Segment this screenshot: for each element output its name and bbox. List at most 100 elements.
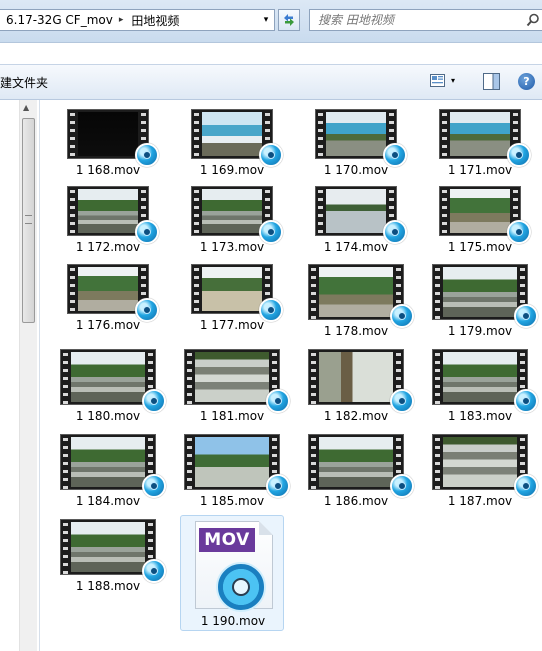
preview-pane-icon[interactable] bbox=[483, 73, 500, 90]
film-strip-edge bbox=[316, 110, 326, 158]
film-strip-edge bbox=[68, 187, 78, 235]
mov-type-label: MOV bbox=[199, 528, 255, 552]
film-strip-edge bbox=[309, 350, 319, 404]
help-button[interactable]: ? bbox=[518, 73, 535, 90]
film-strip-edge bbox=[316, 187, 326, 235]
view-options-icon bbox=[430, 74, 445, 87]
film-strip-edge bbox=[61, 350, 71, 404]
refresh-button[interactable] bbox=[278, 9, 300, 31]
video-frame-image bbox=[78, 189, 138, 233]
file-item[interactable]: 1 174.mov bbox=[306, 186, 407, 264]
file-item[interactable]: 1 178.mov bbox=[306, 264, 414, 342]
file-name[interactable]: 1 190.mov bbox=[181, 614, 285, 628]
video-frame-image bbox=[195, 352, 269, 402]
file-item[interactable]: 1 172.mov bbox=[58, 186, 159, 264]
file-name[interactable]: 1 179.mov bbox=[430, 324, 530, 338]
file-item[interactable]: 1 188.mov bbox=[58, 519, 166, 597]
film-strip-edge bbox=[68, 110, 78, 158]
file-name[interactable]: 1 180.mov bbox=[58, 409, 158, 423]
command-bar: 建文件夹 ▾ ? bbox=[0, 64, 542, 100]
film-reel-icon bbox=[216, 562, 266, 612]
file-item[interactable]: 1 168.mov bbox=[58, 109, 159, 187]
file-document-icon: MOV bbox=[195, 521, 273, 612]
search-input[interactable] bbox=[310, 12, 520, 28]
scrollbar[interactable]: ▲ bbox=[19, 100, 37, 651]
scroll-grip-icon bbox=[25, 215, 32, 224]
scroll-up-icon[interactable]: ▲ bbox=[23, 103, 29, 112]
file-name[interactable]: 1 183.mov bbox=[430, 409, 530, 423]
video-frame-image bbox=[78, 112, 138, 156]
video-frame-image bbox=[78, 267, 138, 311]
video-frame-image bbox=[450, 112, 510, 156]
file-name[interactable]: 1 178.mov bbox=[306, 324, 406, 338]
file-name[interactable]: 1 174.mov bbox=[306, 240, 406, 254]
refresh-icon bbox=[284, 14, 294, 26]
file-item[interactable]: 1 170.mov bbox=[306, 109, 407, 187]
film-strip-edge bbox=[433, 435, 443, 489]
file-item[interactable]: 1 180.mov bbox=[58, 349, 166, 427]
video-frame-image bbox=[319, 352, 393, 402]
magnifier-icon[interactable] bbox=[526, 13, 540, 27]
change-view-button[interactable]: ▾ bbox=[430, 74, 455, 87]
file-item[interactable]: 1 182.mov bbox=[306, 349, 414, 427]
file-name[interactable]: 1 172.mov bbox=[58, 240, 158, 254]
file-name[interactable]: 1 173.mov bbox=[182, 240, 282, 254]
file-name[interactable]: 1 170.mov bbox=[306, 163, 406, 177]
film-strip-edge bbox=[185, 435, 195, 489]
video-frame-image bbox=[71, 437, 145, 487]
search-box[interactable] bbox=[309, 9, 542, 31]
video-frame-image bbox=[326, 189, 386, 233]
file-item[interactable]: 1 186.mov bbox=[306, 434, 414, 512]
new-folder-button[interactable]: 建文件夹 bbox=[0, 74, 48, 91]
file-item[interactable]: 1 184.mov bbox=[58, 434, 166, 512]
file-item[interactable]: 1 187.mov bbox=[430, 434, 538, 512]
file-name[interactable]: 1 171.mov bbox=[430, 163, 530, 177]
film-strip-edge bbox=[185, 350, 195, 404]
page-fold bbox=[259, 521, 273, 535]
breadcrumb[interactable]: 6.17-32G CF_mov ▸ 田地视频 ▾ bbox=[0, 9, 275, 31]
file-name[interactable]: 1 182.mov bbox=[306, 409, 406, 423]
file-item[interactable]: 1 173.mov bbox=[182, 186, 283, 264]
file-item[interactable]: 1 171.mov bbox=[430, 109, 531, 187]
file-name[interactable]: 1 187.mov bbox=[430, 494, 530, 508]
film-strip-edge bbox=[440, 187, 450, 235]
film-strip-edge bbox=[68, 265, 78, 313]
film-strip-edge bbox=[61, 520, 71, 574]
breadcrumb-item-drive-folder[interactable]: 6.17-32G CF_mov bbox=[0, 13, 117, 27]
file-item[interactable]: 1 181.mov bbox=[182, 349, 290, 427]
file-item[interactable]: 1 185.mov bbox=[182, 434, 290, 512]
file-name[interactable]: 1 175.mov bbox=[430, 240, 530, 254]
video-frame-image bbox=[202, 112, 262, 156]
video-frame-image bbox=[71, 352, 145, 402]
file-name[interactable]: 1 177.mov bbox=[182, 318, 282, 332]
file-item[interactable]: 1 175.mov bbox=[430, 186, 531, 264]
video-frame-image bbox=[319, 437, 393, 487]
file-name[interactable]: 1 185.mov bbox=[182, 494, 282, 508]
film-strip-edge bbox=[309, 435, 319, 489]
file-name[interactable]: 1 184.mov bbox=[58, 494, 158, 508]
scroll-thumb[interactable] bbox=[22, 118, 35, 323]
file-name[interactable]: 1 169.mov bbox=[182, 163, 282, 177]
breadcrumb-item-current-folder[interactable]: 田地视频 bbox=[125, 12, 183, 29]
address-history-dropdown-icon[interactable]: ▾ bbox=[258, 10, 274, 30]
file-name[interactable]: 1 188.mov bbox=[58, 579, 158, 593]
chevron-right-icon[interactable]: ▸ bbox=[117, 15, 126, 25]
file-name[interactable]: 1 176.mov bbox=[58, 318, 158, 332]
file-item[interactable]: 1 169.mov bbox=[182, 109, 283, 187]
file-name[interactable]: 1 168.mov bbox=[58, 163, 158, 177]
film-strip-edge bbox=[192, 187, 202, 235]
file-item[interactable]: MOV 1 190.mov bbox=[180, 515, 284, 631]
file-item[interactable]: 1 183.mov bbox=[430, 349, 538, 427]
file-item[interactable]: 1 176.mov bbox=[58, 264, 159, 342]
file-item[interactable]: 1 177.mov bbox=[182, 264, 283, 342]
file-name[interactable]: 1 181.mov bbox=[182, 409, 282, 423]
address-bar: 6.17-32G CF_mov ▸ 田地视频 ▾ bbox=[0, 0, 542, 43]
video-frame-image bbox=[443, 437, 517, 487]
view-dropdown-icon[interactable]: ▾ bbox=[451, 76, 455, 85]
film-strip-edge bbox=[433, 265, 443, 319]
file-name[interactable]: 1 186.mov bbox=[306, 494, 406, 508]
file-item[interactable]: 1 179.mov bbox=[430, 264, 538, 342]
video-frame-image bbox=[319, 267, 393, 317]
video-frame-image bbox=[71, 522, 145, 572]
video-frame-image bbox=[195, 437, 269, 487]
